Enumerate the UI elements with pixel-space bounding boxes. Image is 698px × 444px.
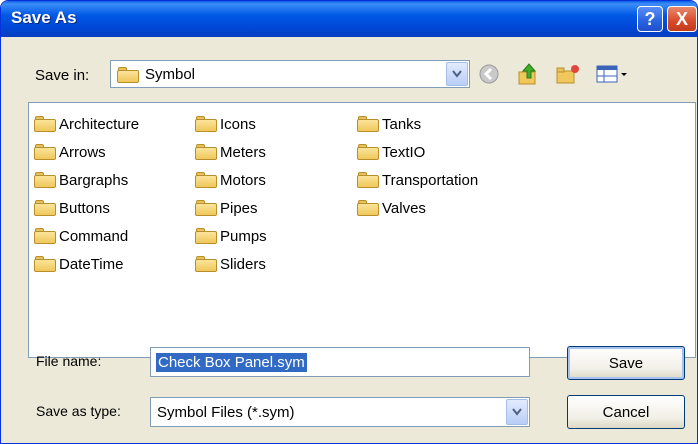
- up-folder-icon[interactable]: [515, 61, 541, 87]
- file-name-label: File name:: [36, 353, 102, 369]
- save-as-dialog: Save As ? X Save in: Symbol Architecture…: [0, 0, 698, 444]
- folder-icon: [357, 172, 379, 188]
- folder-item[interactable]: DateTime: [34, 253, 123, 275]
- chevron-down-icon[interactable]: [446, 62, 468, 86]
- save-button[interactable]: Save: [567, 346, 685, 380]
- close-button[interactable]: X: [667, 6, 697, 32]
- folder-item[interactable]: Valves: [357, 197, 426, 219]
- folder-item[interactable]: Pipes: [195, 197, 258, 219]
- save-in-dropdown[interactable]: Symbol: [110, 60, 470, 88]
- dialog-title: Save As: [11, 8, 77, 27]
- folder-item[interactable]: Bargraphs: [34, 169, 128, 191]
- folder-item[interactable]: Pumps: [195, 225, 267, 247]
- file-name-input[interactable]: Check Box Panel.sym: [150, 347, 530, 377]
- folder-icon: [34, 116, 56, 132]
- folder-icon: [195, 172, 217, 188]
- title-bar[interactable]: Save As ? X: [1, 1, 697, 37]
- folder-icon: [34, 256, 56, 272]
- file-name-value: Check Box Panel.sym: [156, 353, 307, 372]
- folder-item[interactable]: Architecture: [34, 113, 139, 135]
- folder-item[interactable]: Command: [34, 225, 128, 247]
- folder-item[interactable]: Arrows: [34, 141, 106, 163]
- folder-icon: [357, 200, 379, 216]
- folder-icon: [34, 172, 56, 188]
- close-icon: X: [675, 8, 688, 29]
- folder-icon: [357, 144, 379, 160]
- folder-item[interactable]: Transportation: [357, 169, 478, 191]
- folder-icon: [34, 200, 56, 216]
- folder-icon: [34, 228, 56, 244]
- folder-icon: [195, 116, 217, 132]
- folder-icon: [195, 144, 217, 160]
- save-as-type-value: Symbol Files (*.sym): [157, 404, 295, 421]
- cancel-button[interactable]: Cancel: [567, 395, 685, 429]
- chevron-down-icon[interactable]: [506, 399, 528, 425]
- save-as-type-dropdown[interactable]: Symbol Files (*.sym): [150, 397, 530, 427]
- folder-icon: [195, 228, 217, 244]
- new-folder-icon[interactable]: [555, 61, 581, 87]
- folder-item[interactable]: Meters: [195, 141, 266, 163]
- folder-item[interactable]: Icons: [195, 113, 256, 135]
- file-list[interactable]: Architecture Arrows Bargraphs Buttons Co…: [28, 102, 696, 358]
- help-icon: ?: [644, 8, 656, 29]
- folder-item[interactable]: TextIO: [357, 141, 425, 163]
- help-button[interactable]: ?: [637, 6, 663, 32]
- folder-icon: [195, 256, 217, 272]
- folder-item[interactable]: Buttons: [34, 197, 110, 219]
- folder-item[interactable]: Sliders: [195, 253, 266, 275]
- folder-item[interactable]: Motors: [195, 169, 266, 191]
- folder-icon: [195, 200, 217, 216]
- views-menu-icon[interactable]: [595, 61, 631, 87]
- back-icon[interactable]: [476, 61, 502, 87]
- save-in-label: Save in:: [35, 67, 90, 84]
- folder-icon: [117, 67, 139, 83]
- folder-item[interactable]: Tanks: [357, 113, 421, 135]
- save-as-type-label: Save as type:: [36, 403, 121, 419]
- folder-icon: [357, 116, 379, 132]
- save-in-value: Symbol: [145, 66, 196, 83]
- folder-icon: [34, 144, 56, 160]
